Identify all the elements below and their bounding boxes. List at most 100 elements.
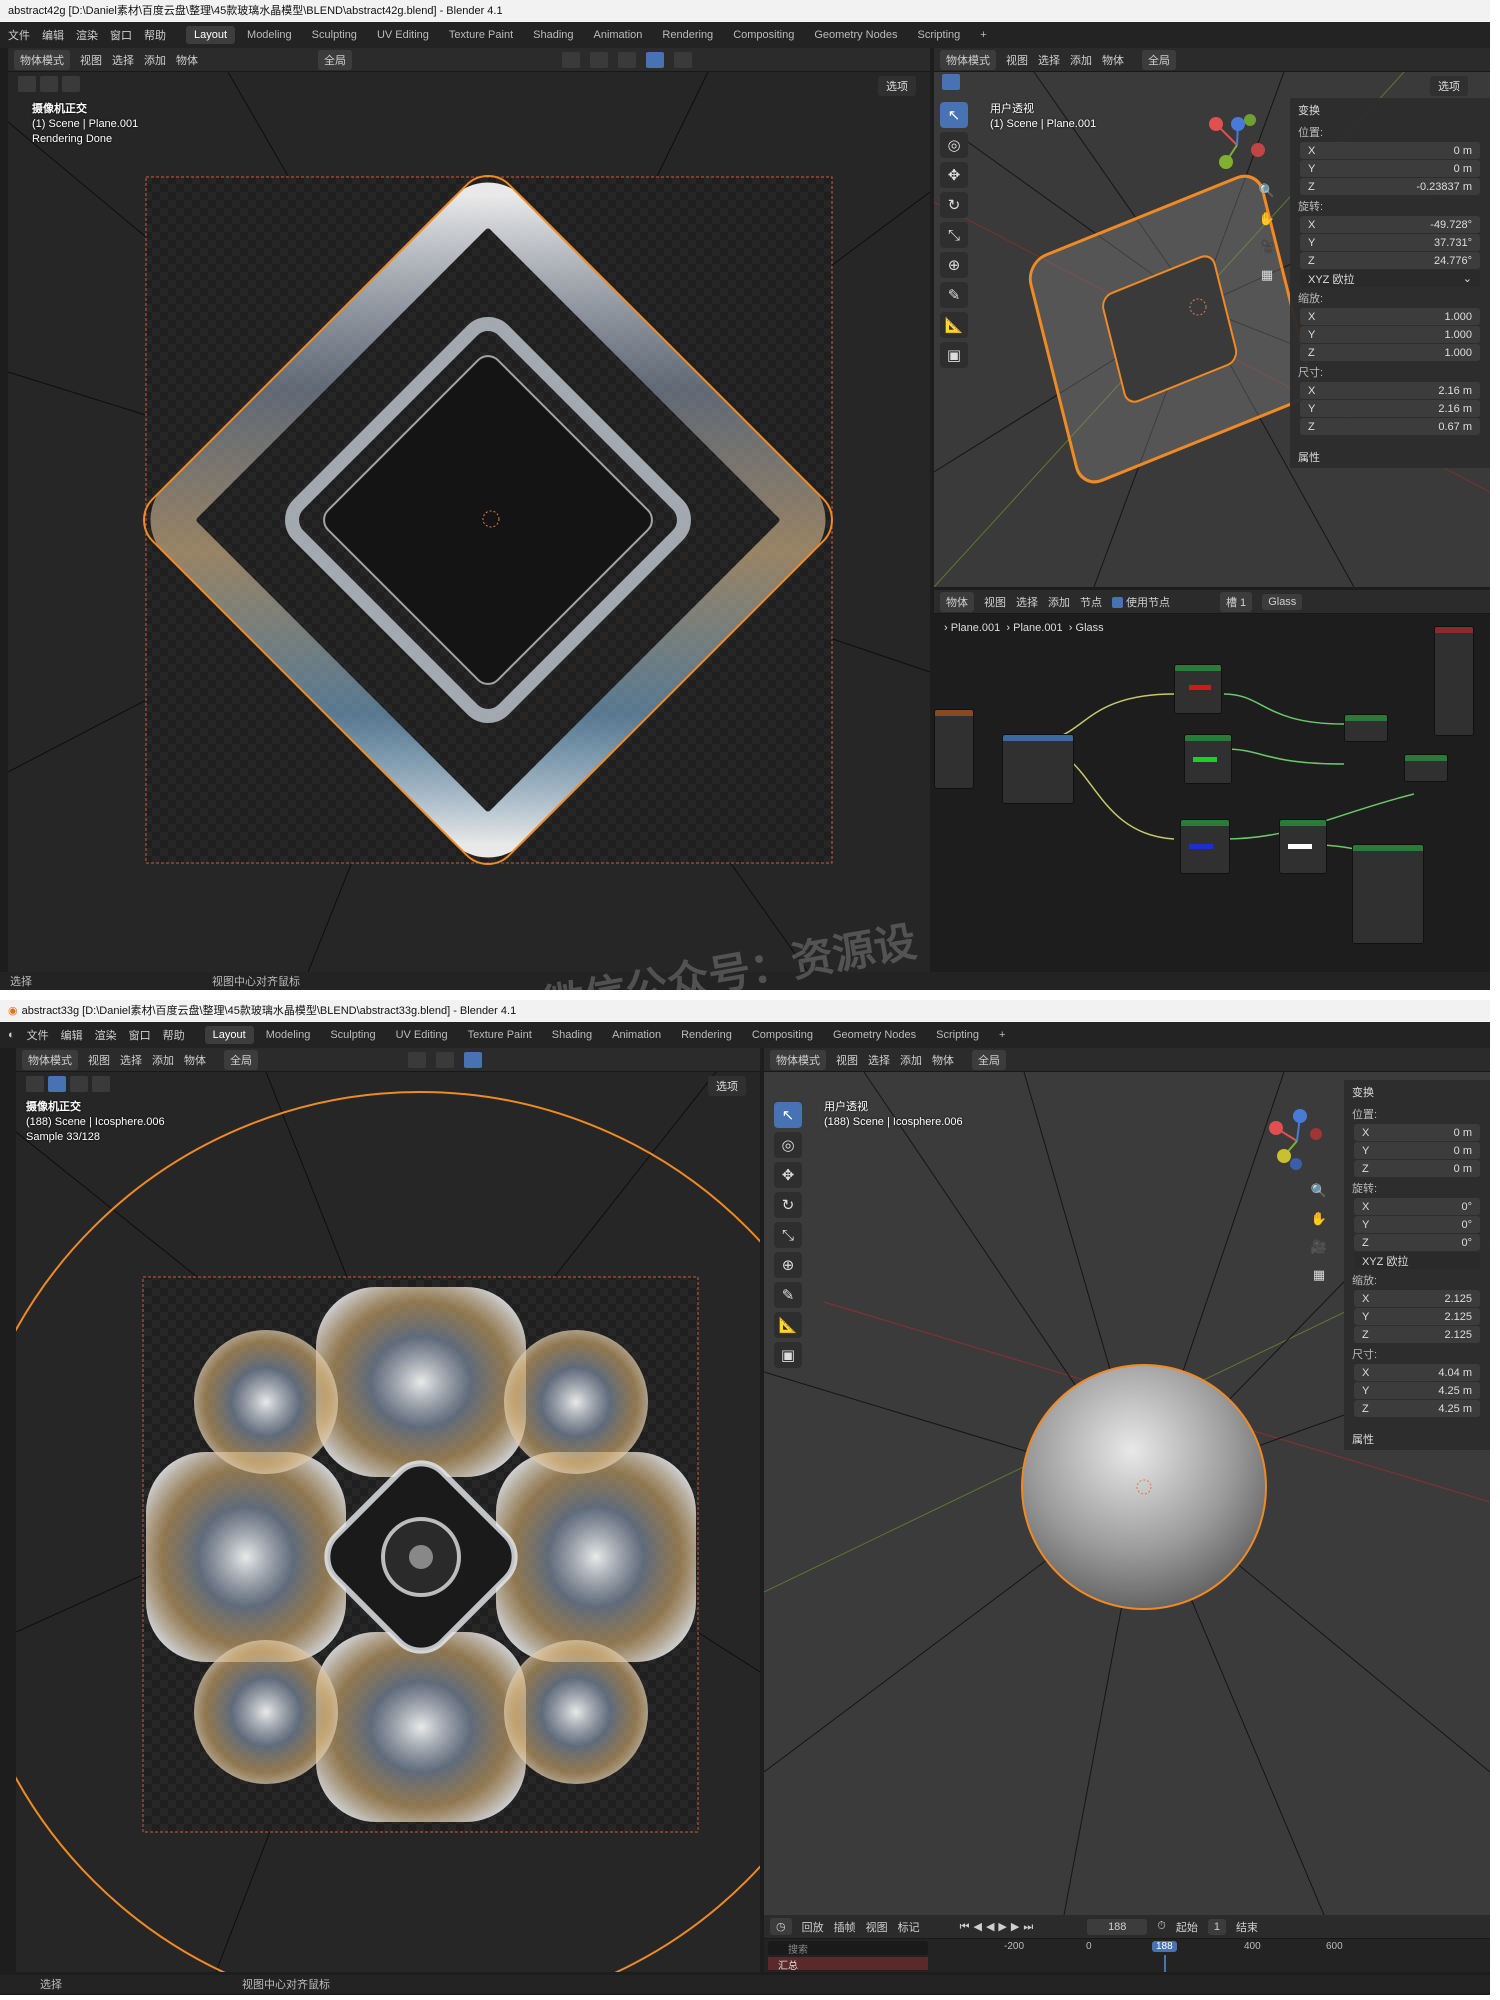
node-mix-1[interactable] <box>1344 714 1388 742</box>
tab-animation-2[interactable]: Animation <box>604 1026 669 1044</box>
timeline-menu-keying[interactable]: 插帧 <box>834 1919 856 1935</box>
select-box-icon-2[interactable] <box>48 1076 66 1092</box>
left-viewport[interactable]: 摄像机正交 (1) Scene | Plane.001 Rendering Do… <box>8 72 930 972</box>
cursor-tool-icon-2[interactable]: ◎ <box>774 1132 802 1158</box>
scale-y-field-2[interactable]: Y 2.125 <box>1354 1308 1480 1325</box>
menu-select[interactable]: 选择 <box>112 52 134 68</box>
location-x-field-2[interactable]: X0 m <box>1354 1124 1480 1141</box>
mode-dropdown[interactable]: 物体模式 <box>14 49 70 70</box>
camera-view-icon-2[interactable]: 🎥 <box>1308 1236 1330 1258</box>
mode-dropdown-right[interactable]: 物体模式 <box>940 49 996 70</box>
tab-scripting[interactable]: Scripting <box>909 26 968 44</box>
ortho-grid-icon[interactable]: ▦ <box>1256 264 1278 286</box>
mode-dropdown-2[interactable]: 物体模式 <box>22 1049 78 1070</box>
shader-type-dropdown[interactable]: 物体 <box>940 591 974 612</box>
menu-render-2[interactable]: 渲染 <box>95 1027 117 1043</box>
node-menu-add[interactable]: 添加 <box>1048 594 1070 610</box>
scale-y-field[interactable]: Y 1.000 <box>1300 326 1480 343</box>
snap-icon-2[interactable] <box>408 1051 426 1068</box>
dimensions-y-field[interactable]: Y 2.16 m <box>1300 400 1480 417</box>
pan-hand-icon[interactable]: ✋ <box>1256 208 1278 230</box>
annotate-tool-icon-2[interactable]: ✎ <box>774 1282 802 1308</box>
zoom-icon[interactable]: 🔍 <box>1256 180 1278 202</box>
menu-window[interactable]: 窗口 <box>110 27 132 43</box>
node-color-white[interactable] <box>1279 819 1327 874</box>
dimensions-x-field-2[interactable]: X 4.04 m <box>1354 1364 1480 1381</box>
node-color-red[interactable] <box>1174 664 1222 714</box>
menu-add[interactable]: 添加 <box>144 52 166 68</box>
rotation-y-field[interactable]: Y 37.731° <box>1300 234 1480 251</box>
menu-edit-2[interactable]: 编辑 <box>61 1027 83 1043</box>
left-viewport-2[interactable]: 摄像机正交 (188) Scene | Icosphere.006 Sample… <box>16 1072 760 1972</box>
shading-rendered-icon[interactable] <box>646 51 664 68</box>
select-box-icon[interactable] <box>18 76 36 92</box>
menu-edit[interactable]: 编辑 <box>42 27 64 43</box>
node-menu-node[interactable]: 节点 <box>1080 594 1102 610</box>
tab-uv-editing[interactable]: UV Editing <box>369 26 437 44</box>
menu-add-2[interactable]: 添加 <box>152 1052 174 1068</box>
dimensions-z-field-2[interactable]: Z 4.25 m <box>1354 1400 1480 1417</box>
transform-orientation-dropdown[interactable]: 全局 <box>318 49 352 70</box>
rotation-mode-dropdown-2[interactable]: XYZ 欧拉 <box>1354 1252 1480 1269</box>
timeline-menu-playback[interactable]: 回放 <box>802 1919 824 1935</box>
ortho-grid-icon-2[interactable]: ▦ <box>1308 1264 1330 1286</box>
start-frame-field[interactable]: 1 <box>1207 1918 1226 1935</box>
tab-rendering-2[interactable]: Rendering <box>673 1026 740 1044</box>
overlay-icon-2[interactable] <box>436 1051 454 1068</box>
rotation-y-field-2[interactable]: Y 0° <box>1354 1216 1480 1233</box>
shading-rendered-icon-2[interactable] <box>464 1051 482 1068</box>
use-nodes-checkbox[interactable]: 使用节点 <box>1112 594 1180 610</box>
node-menu-select[interactable]: 选择 <box>1016 594 1038 610</box>
scale-x-field-2[interactable]: X 2.125 <box>1354 1290 1480 1307</box>
dimensions-y-field-2[interactable]: Y 4.25 m <box>1354 1382 1480 1399</box>
menu-help[interactable]: 帮助 <box>144 27 166 43</box>
select-extend-icon-right[interactable] <box>964 74 982 90</box>
transform-tool-icon-2[interactable]: ⊕ <box>774 1252 802 1278</box>
timeline-menu-view[interactable]: 视图 <box>866 1919 888 1935</box>
tab-animation[interactable]: Animation <box>586 26 651 44</box>
playhead-frame[interactable]: 188 <box>1152 1941 1177 1952</box>
select-extend-icon-2[interactable] <box>70 1076 88 1092</box>
node-principled-bsdf[interactable] <box>1352 844 1424 944</box>
tab-sculpting-2[interactable]: Sculpting <box>322 1026 383 1044</box>
menu-select-right-2[interactable]: 选择 <box>868 1052 890 1068</box>
scale-z-field-2[interactable]: Z 2.125 <box>1354 1326 1480 1343</box>
tab-compositing[interactable]: Compositing <box>725 26 802 44</box>
menu-add-right[interactable]: 添加 <box>1070 52 1092 68</box>
transform-orientation-right[interactable]: 全局 <box>1142 49 1176 70</box>
tab-scripting-2[interactable]: Scripting <box>928 1026 987 1044</box>
select-subtract-icon[interactable] <box>62 76 80 92</box>
tab-shading[interactable]: Shading <box>525 26 581 44</box>
blender-menu-icon[interactable]: ◐ <box>8 1029 15 1041</box>
timeline-summary-row[interactable]: 汇总 <box>768 1957 928 1972</box>
scale-z-field[interactable]: Z 1.000 <box>1300 344 1480 361</box>
menu-object-right-2[interactable]: 物体 <box>932 1052 954 1068</box>
add-cube-tool-icon-2[interactable]: ▣ <box>774 1342 802 1368</box>
options-dropdown-right[interactable]: 选项 <box>1430 76 1468 96</box>
properties-section-header[interactable]: 属性 <box>1290 445 1490 469</box>
menu-select-2[interactable]: 选择 <box>120 1052 142 1068</box>
select-box-icon-right[interactable] <box>942 74 960 90</box>
scale-tool-icon[interactable]: ⤡ <box>940 222 968 248</box>
tab-sculpting[interactable]: Sculpting <box>304 26 365 44</box>
add-cube-tool-icon[interactable]: ▣ <box>940 342 968 368</box>
menu-view[interactable]: 视图 <box>80 52 102 68</box>
select-tool-icon-2[interactable] <box>26 1076 44 1092</box>
location-z-field-2[interactable]: Z0 m <box>1354 1160 1480 1177</box>
measure-tool-icon[interactable]: 📐 <box>940 312 968 338</box>
material-name-field[interactable]: Glass <box>1262 593 1303 610</box>
tab-texture-paint[interactable]: Texture Paint <box>441 26 521 44</box>
options-dropdown[interactable]: 选项 <box>878 76 916 96</box>
mode-dropdown-right-2[interactable]: 物体模式 <box>770 1049 826 1070</box>
tab-uv-editing-2[interactable]: UV Editing <box>388 1026 456 1044</box>
play-controls-icon[interactable]: ⏮◀◀▶▶⏭ <box>960 1920 1038 1934</box>
node-color-green[interactable] <box>1184 734 1232 784</box>
tab-layout[interactable]: Layout <box>186 26 236 44</box>
move-tool-icon-2[interactable]: ✥ <box>774 1162 802 1188</box>
dimensions-z-field[interactable]: Z 0.67 m <box>1300 418 1480 435</box>
select-tool-icon-r2[interactable]: ↖ <box>774 1102 802 1128</box>
node-texture-coord[interactable] <box>934 709 974 789</box>
shading-solid-icon[interactable] <box>618 51 636 68</box>
add-workspace-button-2[interactable]: + <box>991 1026 1013 1044</box>
timeline-search-input[interactable]: 搜索 <box>768 1941 928 1956</box>
